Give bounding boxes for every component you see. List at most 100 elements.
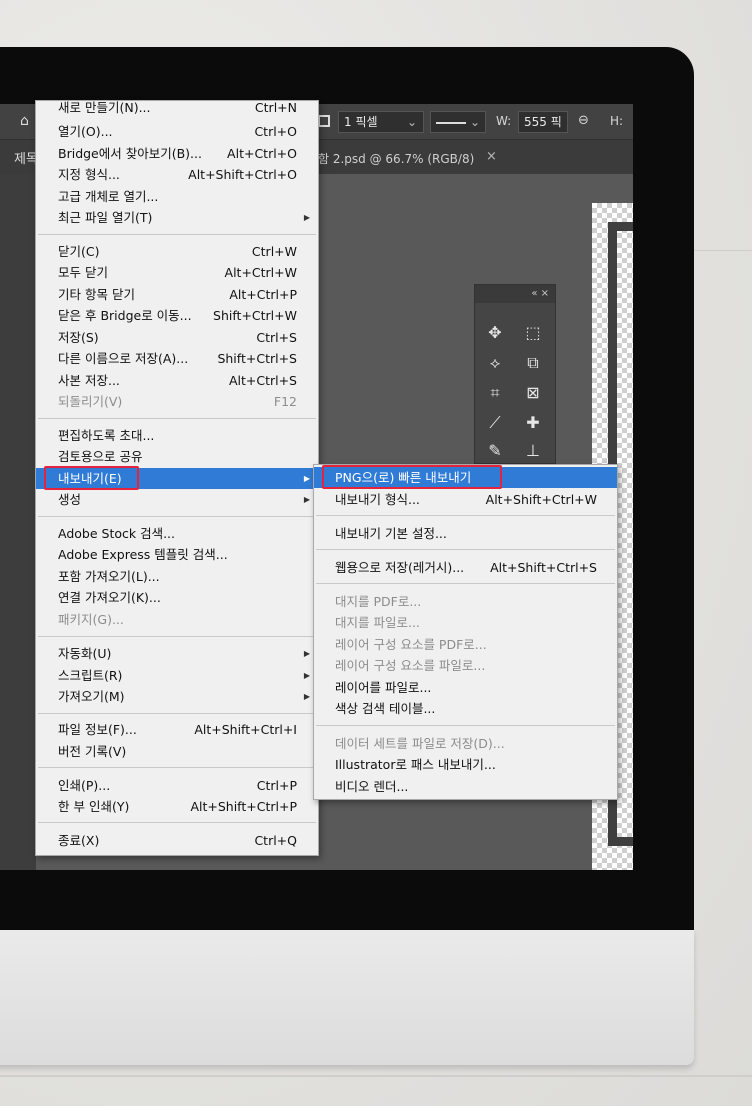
menu-item-label: 닫기(C) <box>58 244 100 259</box>
menu-item-label: 자동화(U) <box>58 646 112 661</box>
menu-item-shortcut: Alt+Ctrl+S <box>228 373 297 388</box>
menu-item-label: 인쇄(P)... <box>58 778 111 793</box>
menu-item-export[interactable]: 내보내기(E) ▶ <box>36 468 318 489</box>
menu-item-label: 편집하도록 초대... <box>58 428 155 443</box>
object-select-icon[interactable]: ⧉ <box>520 351 546 375</box>
menu-item-import[interactable]: 가져오기(M) ▶ <box>36 686 318 707</box>
stamp-tool-icon[interactable]: ⊥ <box>520 439 546 463</box>
menu-item-version-history[interactable]: 버전 기록(V) <box>36 741 318 762</box>
submenu-arrow-icon: ▶ <box>303 649 310 658</box>
menu-item-open-recent[interactable]: 최근 파일 열기(T) ▶ <box>36 207 318 228</box>
menu-item-place-linked[interactable]: 연결 가져오기(K)... <box>36 587 318 608</box>
menu-item-scripts[interactable]: 스크립트(R) ▶ <box>36 665 318 686</box>
menu-item-invite-edit[interactable]: 편집하도록 초대... <box>36 425 318 446</box>
submenu-arrow-icon: ▶ <box>303 692 310 701</box>
file-menu: 새로 만들기(N)... Ctrl+N 열기(O)... Ctrl+O Brid… <box>35 100 319 856</box>
move-tool-icon[interactable]: ✥ <box>482 321 508 345</box>
menu-item-export-preferences[interactable]: 내보내기 기본 설정... <box>314 523 617 544</box>
link-icon[interactable]: ⊖ <box>578 113 589 128</box>
menu-item-open-as[interactable]: 지정 형식... Alt+Shift+Ctrl+O <box>36 164 318 185</box>
eyedropper-icon[interactable]: ⟋ <box>482 411 508 435</box>
tools-column <box>0 174 36 870</box>
menu-item-label: 색상 검색 테이블... <box>335 701 436 716</box>
tab-close-icon[interactable]: × <box>486 149 497 164</box>
menu-separator <box>38 234 316 235</box>
submenu-arrow-icon: ▶ <box>303 474 310 483</box>
menu-item-paths-illustrator[interactable]: Illustrator로 패스 내보내기... <box>314 754 617 775</box>
menu-item-close-others[interactable]: 기타 항목 닫기 Alt+Ctrl+P <box>36 284 318 305</box>
menu-item-generate[interactable]: 생성 ▶ <box>36 489 318 510</box>
menu-item-shortcut: Alt+Ctrl+O <box>227 146 297 161</box>
menu-separator <box>38 822 316 823</box>
stroke-width-select[interactable]: 1 픽셀 ⌄ <box>338 111 424 133</box>
menu-item-browse-bridge[interactable]: Bridge에서 찾아보기(B)... Alt+Ctrl+O <box>36 143 318 164</box>
menu-item-adobe-express[interactable]: Adobe Express 템플릿 검색... <box>36 544 318 565</box>
menu-item-export-as[interactable]: 내보내기 형식... Alt+Shift+Ctrl+W <box>314 489 617 510</box>
menu-item-open-smart-object[interactable]: 고급 개체로 열기... <box>36 186 318 207</box>
menu-item-label: 파일 정보(F)... <box>58 722 137 737</box>
menu-item-label: 레이어를 파일로... <box>335 680 432 695</box>
menu-item-close-all[interactable]: 모두 닫기 Alt+Ctrl+W <box>36 262 318 283</box>
menu-separator <box>38 713 316 714</box>
menu-item-label: 스크립트(R) <box>58 668 123 683</box>
menu-item-shortcut: Alt+Ctrl+W <box>224 265 297 280</box>
shape-rect-icon[interactable] <box>318 115 330 127</box>
menu-separator <box>38 516 316 517</box>
menu-separator <box>316 549 615 550</box>
menu-item-adobe-stock[interactable]: Adobe Stock 검색... <box>36 523 318 544</box>
brush-tool-icon[interactable]: ✎ <box>482 439 508 463</box>
menu-item-layer-comps-files[interactable]: 레이어 구성 요소를 파일로... <box>314 655 617 676</box>
menu-item-close-go-bridge[interactable]: 닫은 후 Bridge로 이동... Shift+Ctrl+W <box>36 305 318 326</box>
stroke-width-value: 1 픽셀 <box>344 115 378 129</box>
menu-item-automate[interactable]: 자동화(U) ▶ <box>36 643 318 664</box>
frame-tool-icon[interactable]: ⊠ <box>520 381 546 405</box>
menu-item-print-one-copy[interactable]: 한 부 인쇄(Y) Alt+Shift+Ctrl+P <box>36 796 318 817</box>
chevron-down-icon: ⌄ <box>406 115 417 129</box>
menu-item-new[interactable]: 새로 만들기(N)... Ctrl+N <box>36 97 318 118</box>
menu-item-artboards-pdf[interactable]: 대지를 PDF로... <box>314 591 617 612</box>
menu-item-file-info[interactable]: 파일 정보(F)... Alt+Shift+Ctrl+I <box>36 719 318 740</box>
menu-item-quick-export-png[interactable]: PNG으(로) 빠른 내보내기 <box>314 467 617 488</box>
menu-item-render-video[interactable]: 비디오 렌더... <box>314 776 617 797</box>
submenu-arrow-icon: ▶ <box>303 495 310 504</box>
crop-tool-icon[interactable]: ⌗ <box>482 381 508 405</box>
menu-separator <box>316 725 615 726</box>
menu-item-save-for-web[interactable]: 웹용으로 저장(레거시)... Alt+Shift+Ctrl+S <box>314 557 617 578</box>
menu-item-print[interactable]: 인쇄(P)... Ctrl+P <box>36 775 318 796</box>
tab-document[interactable]: 함 2.psd @ 66.7% (RGB/8) <box>318 150 474 167</box>
menu-item-close[interactable]: 닫기(C) Ctrl+W <box>36 241 318 262</box>
menu-item-layer-comps-pdf[interactable]: 레이어 구성 요소를 PDF로... <box>314 634 617 655</box>
menu-item-color-lookup[interactable]: 색상 검색 테이블... <box>314 698 617 719</box>
menu-item-label: 저장(S) <box>58 330 99 345</box>
marquee-tool-icon[interactable]: ⬚ <box>520 321 546 345</box>
menu-item-label: 닫은 후 Bridge로 이동... <box>58 308 192 323</box>
stroke-type-select[interactable]: ⌄ <box>430 111 486 133</box>
menu-item-open[interactable]: 열기(O)... Ctrl+O <box>36 121 318 142</box>
menu-item-label: Bridge에서 찾아보기(B)... <box>58 146 202 161</box>
lasso-tool-icon[interactable]: ⟡ <box>482 351 508 375</box>
menu-item-label: 검토용으로 공유 <box>58 449 143 464</box>
menu-item-exit[interactable]: 종료(X) Ctrl+Q <box>36 830 318 851</box>
healing-brush-icon[interactable]: ✚ <box>520 411 546 435</box>
menu-item-label: 새로 만들기(N)... <box>58 100 151 115</box>
menu-item-layers-to-files[interactable]: 레이어를 파일로... <box>314 677 617 698</box>
tool-panel-header[interactable]: « × <box>475 285 555 303</box>
menu-item-package[interactable]: 패키지(G)... <box>36 609 318 630</box>
menu-item-save-copy[interactable]: 사본 저장... Alt+Ctrl+S <box>36 370 318 391</box>
menu-item-label: 종료(X) <box>58 833 100 848</box>
menu-item-label: Adobe Express 템플릿 검색... <box>58 547 228 562</box>
menu-item-label: 데이터 세트를 파일로 저장(D)... <box>335 736 505 751</box>
menu-item-shortcut: F12 <box>273 394 297 409</box>
menu-item-data-sets[interactable]: 데이터 세트를 파일로 저장(D)... <box>314 733 617 754</box>
menu-item-save-as[interactable]: 다른 이름으로 저장(A)... Shift+Ctrl+S <box>36 348 318 369</box>
menu-item-artboards-files[interactable]: 대지를 파일로... <box>314 612 617 633</box>
menu-item-label: 모두 닫기 <box>58 265 108 280</box>
menu-item-share-review[interactable]: 검토용으로 공유 <box>36 446 318 467</box>
menu-item-place-embedded[interactable]: 포함 가져오기(L)... <box>36 566 318 587</box>
menu-item-shortcut: Alt+Shift+Ctrl+W <box>485 492 597 507</box>
menu-item-save[interactable]: 저장(S) Ctrl+S <box>36 327 318 348</box>
menu-item-revert[interactable]: 되돌리기(V) F12 <box>36 391 318 412</box>
menu-item-label: 다른 이름으로 저장(A)... <box>58 351 189 366</box>
menu-item-label: 비디오 렌더... <box>335 779 409 794</box>
width-input[interactable]: 555 픽 <box>518 111 568 133</box>
